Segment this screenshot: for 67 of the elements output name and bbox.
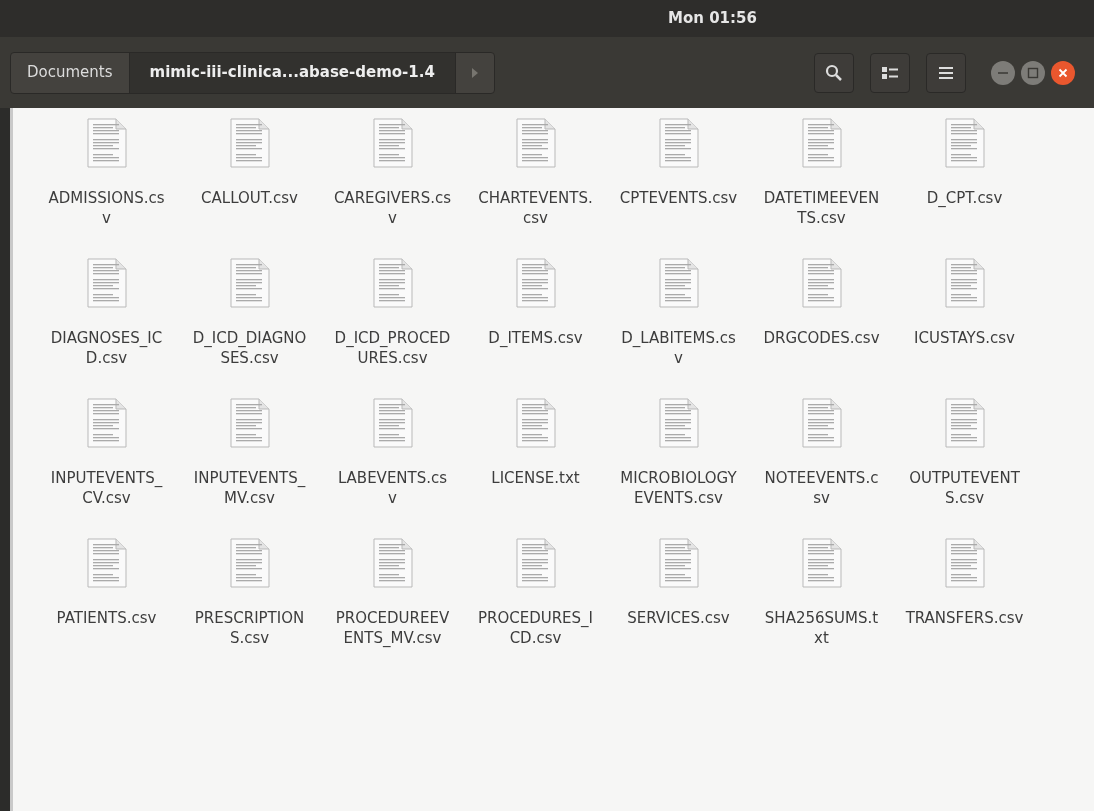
file-name[interactable]: D_ICD_DIAGNOSES.csv	[190, 328, 309, 368]
file-name[interactable]: INPUTEVENTS_MV.csv	[190, 468, 309, 508]
text-file-icon	[86, 258, 127, 308]
text-file-icon	[801, 398, 842, 448]
text-file-icon	[229, 538, 270, 588]
file-name[interactable]: D_CPT.csv	[905, 188, 1024, 208]
menu-icon	[939, 66, 953, 79]
text-file-icon	[944, 398, 985, 448]
text-file-icon	[229, 398, 270, 448]
file-name[interactable]: ADMISSIONS.csv	[47, 188, 166, 228]
text-file-icon	[658, 258, 699, 308]
text-file-icon	[86, 398, 127, 448]
file-name[interactable]: DIAGNOSES_ICD.csv	[47, 328, 166, 368]
text-file-icon	[229, 118, 270, 168]
text-file-icon	[515, 398, 556, 448]
file-name[interactable]: CPTEVENTS.csv	[619, 188, 738, 208]
text-file-icon	[229, 258, 270, 308]
file-name[interactable]: D_LABITEMS.csv	[619, 328, 738, 368]
file-name[interactable]: PRESCRIPTIONS.csv	[190, 608, 309, 648]
text-file-icon	[372, 118, 413, 168]
text-file-icon	[658, 538, 699, 588]
file-name[interactable]: PROCEDURES_ICD.csv	[476, 608, 595, 648]
path-bar-button[interactable]: mimic-iii-clinica...abase-demo-1.4	[129, 52, 456, 93]
file-name[interactable]: MICROBIOLOGYEVENTS.csv	[619, 468, 738, 508]
file-name[interactable]: DATETIMEEVENTS.csv	[762, 188, 881, 228]
text-file-icon	[944, 258, 985, 308]
file-name[interactable]: LICENSE.txt	[476, 468, 595, 488]
text-file-icon	[801, 118, 842, 168]
file-name[interactable]: SHA256SUMS.txt	[762, 608, 881, 648]
file-name[interactable]: OUTPUTEVENTS.csv	[905, 468, 1024, 508]
file-name[interactable]: D_ICD_PROCEDURES.csv	[333, 328, 452, 368]
clock: Mon 01:56	[668, 8, 757, 30]
text-file-icon	[86, 118, 127, 168]
file-name[interactable]: LABEVENTS.csv	[333, 468, 452, 508]
view-toggle-button[interactable]	[870, 52, 910, 93]
text-file-icon	[801, 538, 842, 588]
list-view-icon	[882, 66, 898, 79]
file-name[interactable]: TRANSFERS.csv	[905, 608, 1024, 628]
file-name[interactable]: CALLOUT.csv	[190, 188, 309, 208]
text-file-icon	[801, 258, 842, 308]
text-file-icon	[515, 118, 556, 168]
file-name[interactable]: NOTEEVENTS.csv	[762, 468, 881, 508]
text-file-icon	[372, 538, 413, 588]
text-file-icon	[372, 398, 413, 448]
text-file-icon	[658, 118, 699, 168]
file-name[interactable]: PATIENTS.csv	[47, 608, 166, 628]
file-name[interactable]: ICUSTAYS.csv	[905, 328, 1024, 348]
file-name[interactable]: DRGCODES.csv	[762, 328, 881, 348]
text-file-icon	[944, 538, 985, 588]
minimize-button[interactable]	[990, 59, 1016, 86]
text-file-icon	[372, 258, 413, 308]
file-name[interactable]: CHARTEVENTS.csv	[476, 188, 595, 228]
text-file-icon	[515, 258, 556, 308]
search-icon	[825, 63, 843, 82]
text-file-icon	[515, 538, 556, 588]
file-name[interactable]: PROCEDUREEVENTS_MV.csv	[333, 608, 452, 648]
path-bar-button[interactable]: Documents	[11, 52, 130, 93]
search-button[interactable]	[814, 52, 854, 93]
text-file-icon	[86, 538, 127, 588]
menu-button[interactable]	[926, 52, 966, 93]
text-file-icon	[944, 118, 985, 168]
file-name[interactable]: CAREGIVERS.csv	[333, 188, 452, 228]
file-name[interactable]: SERVICES.csv	[619, 608, 738, 628]
text-file-icon	[658, 398, 699, 448]
file-name[interactable]: INPUTEVENTS_CV.csv	[47, 468, 166, 508]
close-button[interactable]	[1050, 59, 1076, 86]
file-name[interactable]: D_ITEMS.csv	[476, 328, 595, 348]
